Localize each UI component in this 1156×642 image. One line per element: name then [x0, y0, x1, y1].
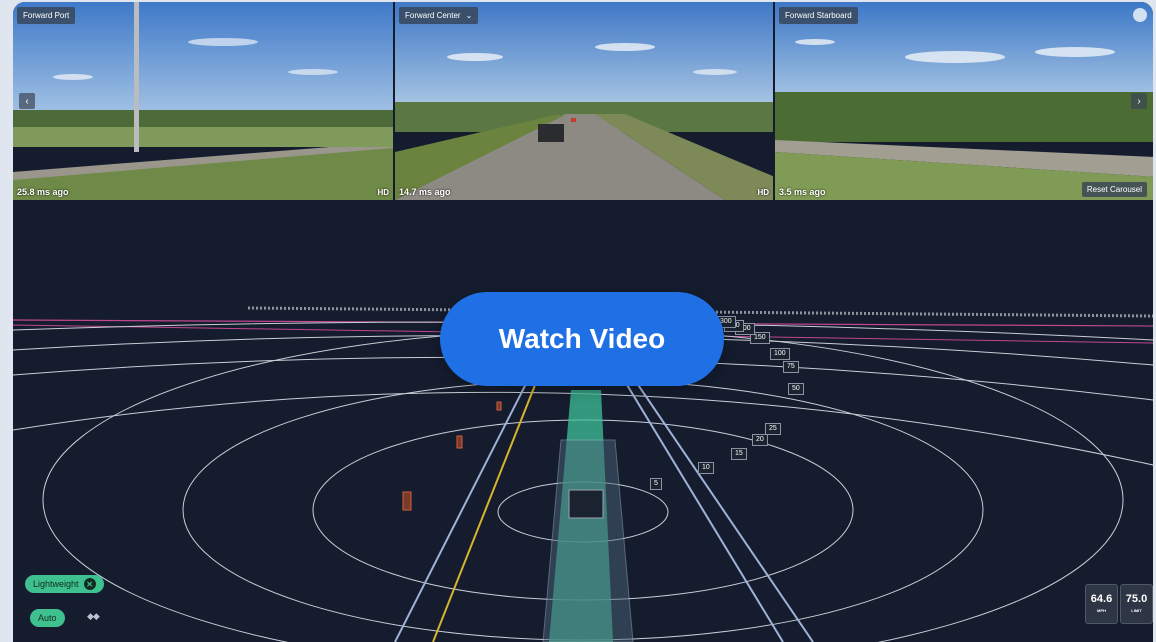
arrows-icon[interactable]: ◆◆: [87, 611, 100, 622]
camera-image: [395, 2, 773, 200]
distance-marker: 15: [731, 448, 747, 460]
camera-latency: 3.5 ms ago: [779, 187, 826, 197]
speed-limit-display: 75.0 LIMIT: [1120, 584, 1153, 624]
distance-marker: 75: [783, 361, 799, 373]
auto-label: Auto: [38, 613, 57, 623]
camera-quality: HD: [377, 188, 389, 197]
distance-marker: 50: [788, 383, 804, 395]
camera-latency: 14.7 ms ago: [399, 187, 451, 197]
chevron-right-icon: ›: [1137, 95, 1141, 107]
current-speed-value: 64.6: [1090, 593, 1113, 605]
current-speed-unit: MPH: [1097, 608, 1106, 613]
speed-limit-value: 75.0: [1125, 593, 1148, 605]
current-speed-display: 64.6 MPH: [1085, 584, 1118, 624]
camera-forward-center[interactable]: Forward Center ⌄ 14.7 ms ago HD: [393, 2, 773, 200]
camera-latency: 25.8 ms ago: [17, 187, 69, 197]
carousel-next-button[interactable]: ›: [1131, 93, 1147, 109]
camera-image: [13, 2, 393, 200]
lightweight-toggle[interactable]: Lightweight ✕: [25, 575, 104, 593]
camera-label[interactable]: Forward Center ⌄: [399, 7, 479, 24]
chevron-left-icon: ‹: [25, 95, 29, 107]
distance-marker: 5: [650, 478, 662, 490]
distance-marker: 20: [752, 434, 768, 446]
distance-marker: 25: [765, 423, 781, 435]
camera-forward-port[interactable]: Forward Port ‹ 25.8 ms ago HD: [13, 2, 393, 200]
carousel-prev-button[interactable]: ‹: [19, 93, 35, 109]
camera-label: Forward Port: [17, 7, 76, 24]
distance-marker: 100: [770, 348, 790, 360]
watch-video-button[interactable]: Watch Video: [440, 292, 724, 386]
sensor-visualization: [13, 306, 1153, 642]
auto-mode-button[interactable]: Auto: [30, 609, 65, 627]
camera-forward-starboard[interactable]: Forward Starboard › 3.5 ms ago Reset Car…: [773, 2, 1153, 200]
lightweight-label: Lightweight: [33, 579, 79, 589]
reset-carousel-button[interactable]: Reset Carousel: [1081, 182, 1147, 197]
distance-marker: 10: [698, 462, 714, 474]
camera-label: Forward Starboard: [779, 7, 858, 24]
camera-image: [775, 2, 1153, 200]
speed-limit-unit: LIMIT: [1131, 608, 1142, 613]
app-frame: Forward Port ‹ 25.8 ms ago HD Forward Ce…: [13, 2, 1153, 642]
close-icon[interactable]: ✕: [83, 578, 96, 590]
camera-quality: HD: [757, 188, 769, 197]
chevron-down-icon: ⌄: [465, 11, 473, 20]
camera-carousel: Forward Port ‹ 25.8 ms ago HD Forward Ce…: [13, 2, 1153, 200]
fullscreen-icon[interactable]: [1133, 8, 1147, 22]
